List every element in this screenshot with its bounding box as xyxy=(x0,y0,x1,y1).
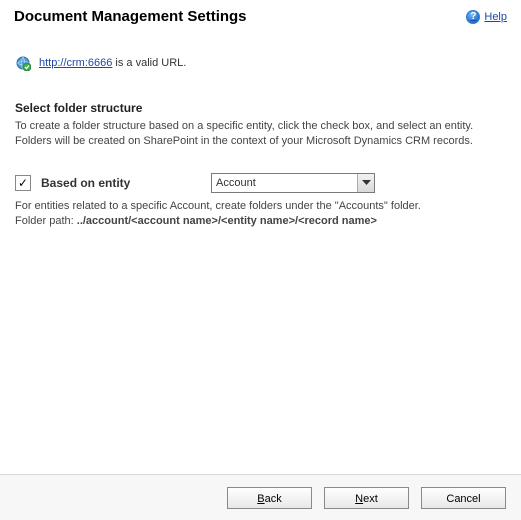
folder-path-value: ../account/<account name>/<entity name>/… xyxy=(77,215,377,227)
entity-note-line1: For entities related to a specific Accou… xyxy=(15,199,506,214)
help-link[interactable]: ? Help xyxy=(466,10,507,24)
help-label: Help xyxy=(484,11,507,23)
help-icon: ? xyxy=(466,10,480,24)
cancel-button[interactable]: Cancel xyxy=(421,487,506,509)
folder-structure-description: To create a folder structure based on a … xyxy=(15,119,506,149)
based-on-entity-label: Based on entity xyxy=(41,176,201,190)
folder-structure-heading: Select folder structure xyxy=(15,101,506,115)
globe-valid-icon xyxy=(15,55,31,71)
checkmark-icon: ✓ xyxy=(18,177,28,189)
sharepoint-url-link[interactable]: http://crm:6666 xyxy=(39,57,112,69)
next-button[interactable]: Next xyxy=(324,487,409,509)
folder-path-label: Folder path: xyxy=(15,215,77,227)
based-on-entity-checkbox[interactable]: ✓ xyxy=(15,175,31,191)
entity-select-value: Account xyxy=(211,173,375,193)
url-status-text: is a valid URL. xyxy=(112,57,186,69)
back-button[interactable]: Back xyxy=(227,487,312,509)
page-title: Document Management Settings xyxy=(14,8,247,25)
entity-select[interactable]: Account xyxy=(211,173,375,193)
